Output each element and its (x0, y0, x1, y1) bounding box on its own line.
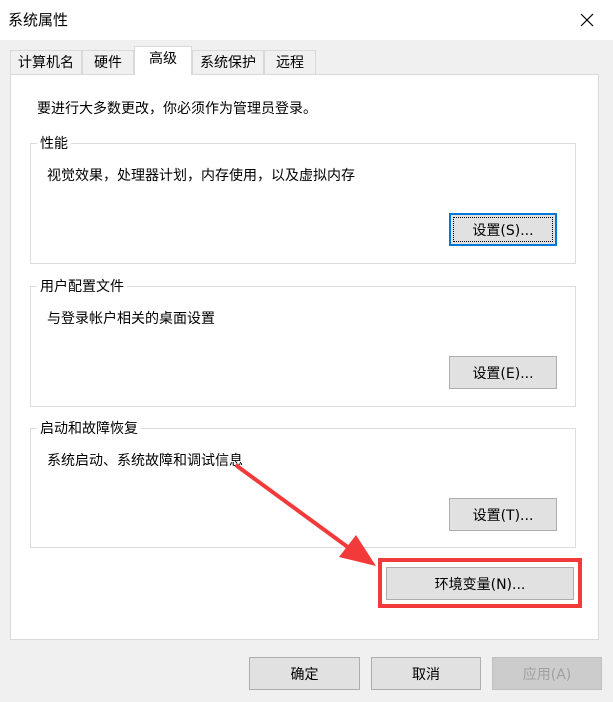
tab-advanced[interactable]: 高级 (134, 46, 192, 75)
ok-button[interactable]: 确定 (249, 657, 360, 690)
annotation-arrow-icon (235, 464, 376, 566)
cancel-button[interactable]: 取消 (371, 657, 481, 690)
apply-button[interactable]: 应用(A) (492, 657, 602, 690)
